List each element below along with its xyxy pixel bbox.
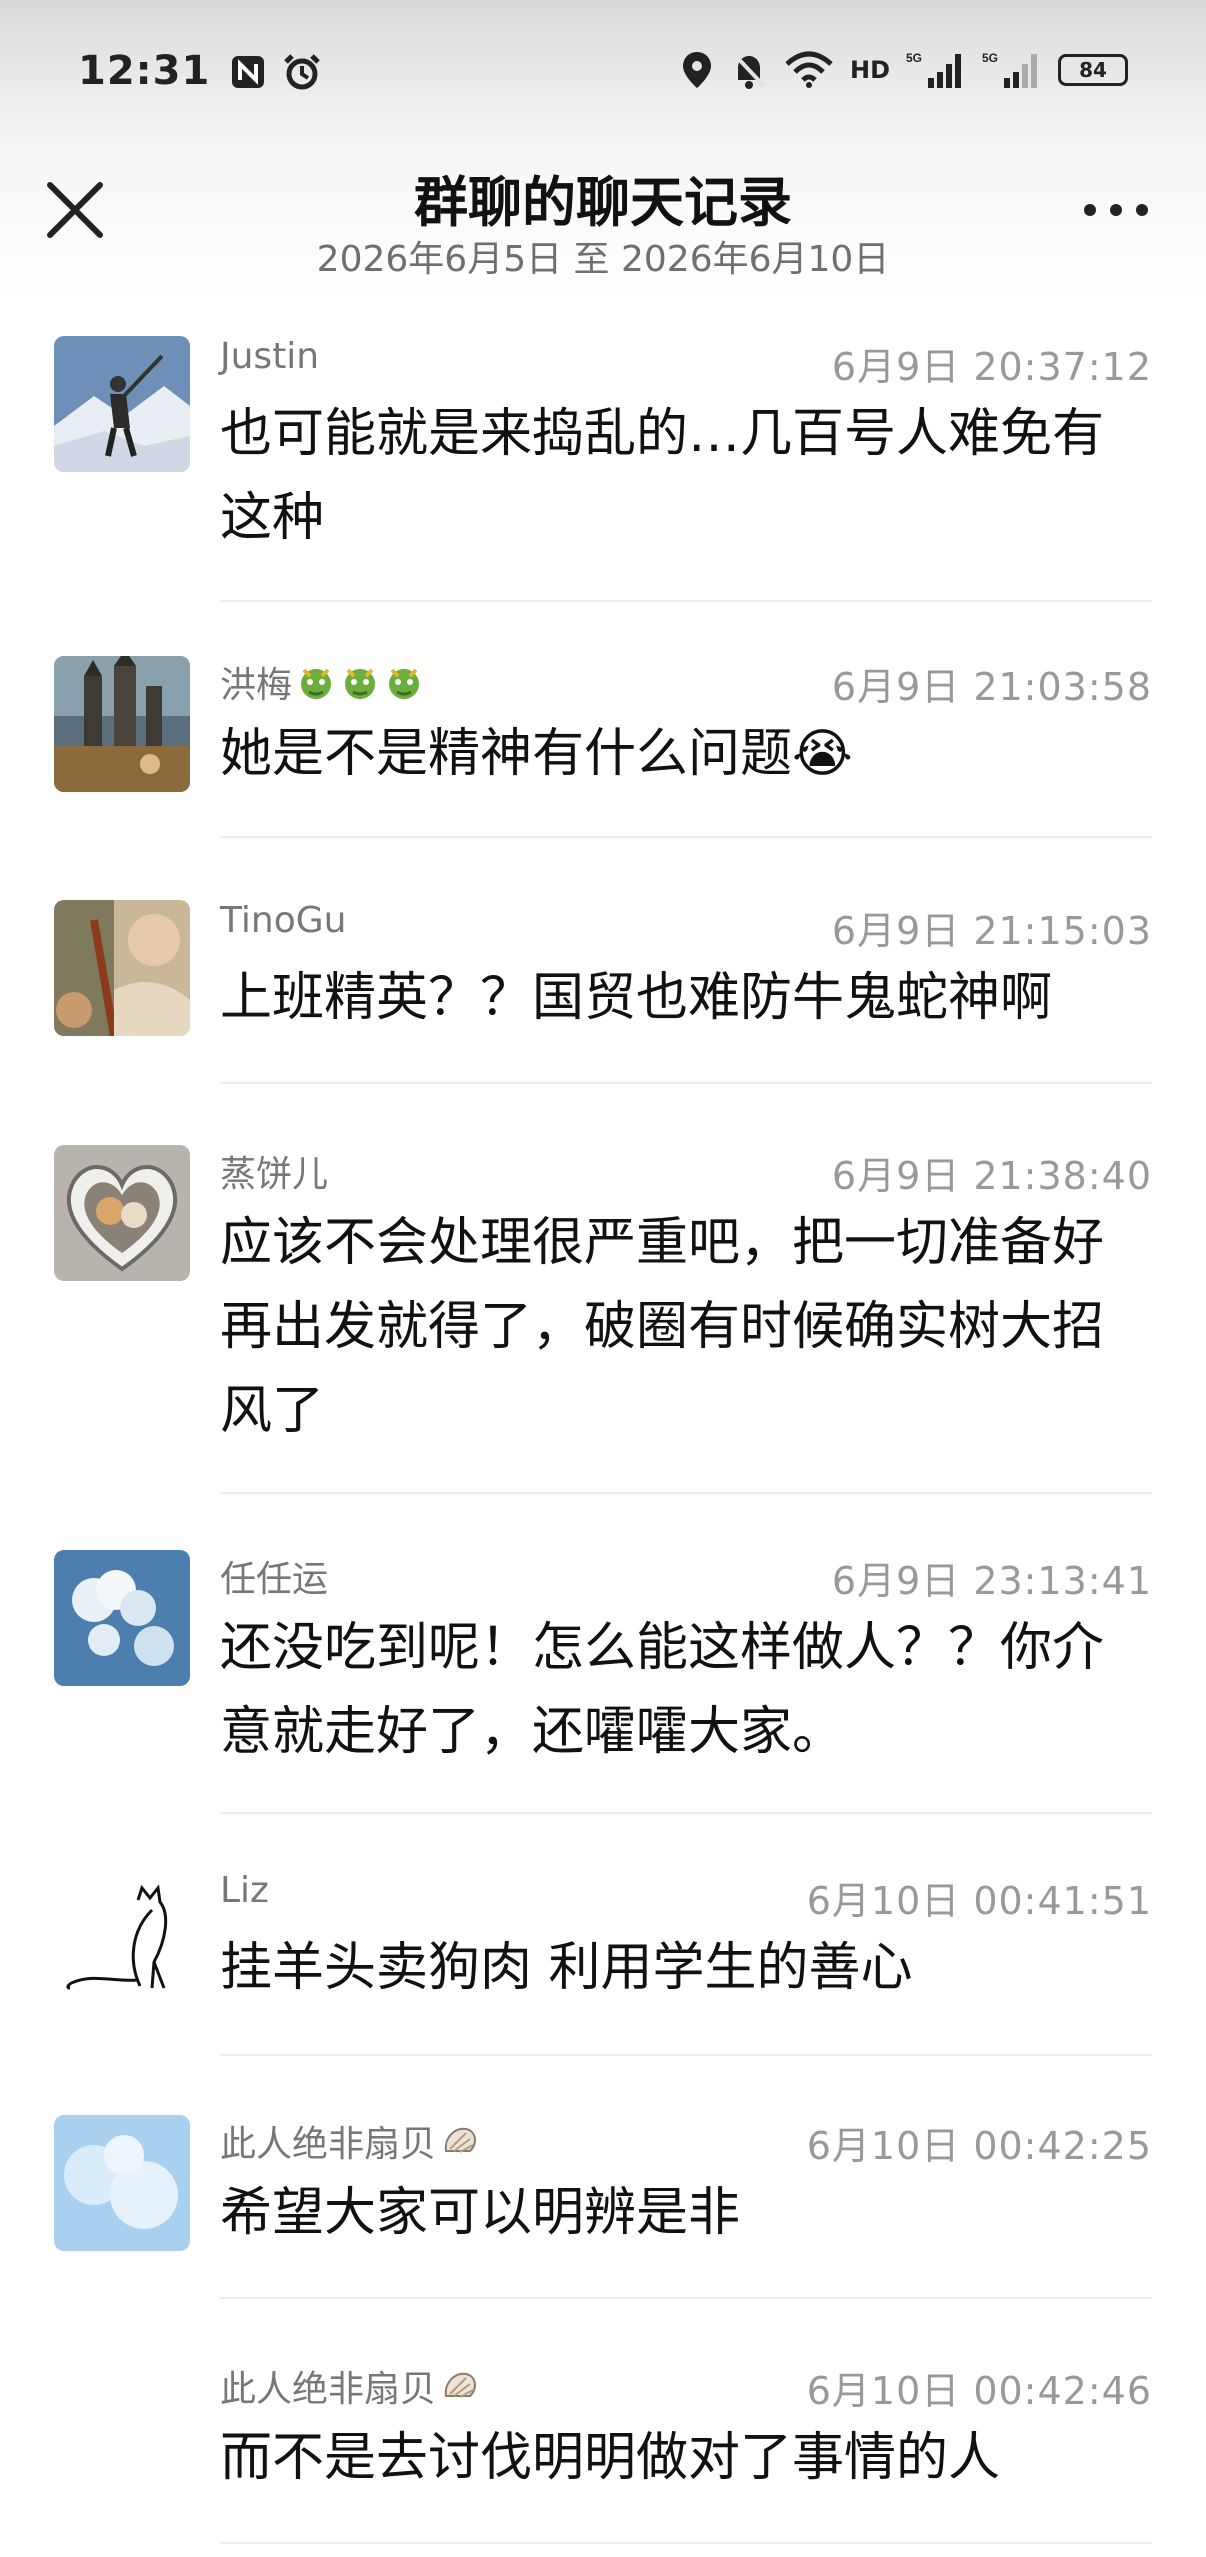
- divider: [220, 1082, 1152, 1084]
- status-time: 12:31: [78, 48, 211, 94]
- svg-text:5G: 5G: [982, 51, 998, 65]
- message-time: 6月10日 00:42:46: [806, 2369, 1152, 2413]
- divider: [220, 1812, 1152, 1814]
- status-right: HD 5G 5G 84: [680, 50, 1128, 90]
- sender-name: 蒸饼儿: [220, 1145, 328, 1197]
- message-time: 6月9日 20:37:12: [831, 345, 1152, 389]
- divider: [220, 600, 1152, 602]
- message-text: 上班精英？？国贸也难防牛鬼蛇神啊: [220, 968, 1053, 1028]
- shell-emoji-icon: [444, 2127, 476, 2153]
- status-bar: 12:31 HD 5G 5G 84: [0, 0, 1206, 150]
- signal-bars-icon: 5G: [906, 51, 961, 88]
- sender-name-text: 洪梅: [220, 665, 293, 706]
- cat-heart-frame-avatar: [54, 1145, 190, 1281]
- message-text: 挂羊头卖狗肉 利用学生的善心: [220, 1938, 913, 1998]
- sender-name-text: Justin: [220, 336, 320, 377]
- header: 群聊的聊天记录 2026年6月5日 至 2026年6月10日: [0, 150, 1206, 300]
- avatar[interactable]: [54, 900, 190, 1036]
- alarm-icon: [284, 54, 320, 90]
- dragon-emoji-icon: [301, 668, 332, 699]
- divider: [220, 2542, 1152, 2544]
- mountain-climber-avatar: [54, 336, 190, 472]
- sky-avatar: [54, 2115, 190, 2251]
- message-text: 希望大家可以明辨是非: [220, 2183, 741, 2243]
- avatar[interactable]: [54, 656, 190, 792]
- message-text: 她是不是精神有什么问题😭: [220, 724, 853, 784]
- sender-name: 此人绝非扇贝: [220, 2360, 480, 2412]
- sender-name-text: 蒸饼儿: [220, 1154, 329, 1195]
- message-time: 6月10日 00:42:25: [806, 2124, 1152, 2168]
- sender-name: 此人绝非扇贝: [220, 2115, 480, 2167]
- page-title: 群聊的聊天记录: [414, 171, 792, 234]
- sender-name-text: 此人绝非扇贝: [220, 2124, 437, 2165]
- dragon-emoji-icon: [389, 668, 420, 699]
- sender-name: 任任运: [220, 1550, 328, 1602]
- divider: [220, 1492, 1152, 1494]
- message-text: 也可能就是来捣乱的…几百号人难免有这种: [220, 404, 1105, 548]
- wifi-icon: [785, 51, 833, 88]
- location-icon: [682, 52, 711, 88]
- sender-name: TinoGu: [220, 900, 346, 941]
- message-text: 还没吃到呢！怎么能这样做人？？你介意就走好了，还嚯嚯大家。: [220, 1618, 1105, 1762]
- divider: [220, 836, 1152, 838]
- dragon-emoji-icon: [345, 668, 376, 699]
- avatar[interactable]: [54, 1870, 190, 2006]
- sender-name: Liz: [220, 1870, 269, 1911]
- message-text: 而不是去讨伐明明做对了事情的人: [220, 2428, 1001, 2488]
- date-range: 2026年6月5日 至 2026年6月10日: [316, 239, 890, 280]
- sender-name-text: 此人绝非扇贝: [220, 2369, 437, 2410]
- message-time: 6月10日 00:41:51: [806, 1879, 1152, 1923]
- nfc-icon: [232, 56, 264, 88]
- clouds-avatar: [54, 1550, 190, 1686]
- shell-emoji-icon: [444, 2372, 476, 2398]
- avatar[interactable]: [54, 2115, 190, 2251]
- sender-name: 洪梅: [220, 656, 424, 708]
- sender-name-text: Liz: [220, 1870, 269, 1911]
- sender-name-text: TinoGu: [220, 900, 347, 941]
- person-photo-avatar: [54, 900, 190, 1036]
- message-time: 6月9日 21:15:03: [831, 909, 1152, 953]
- cat-sketch-avatar: [54, 1870, 190, 2006]
- divider: [220, 2297, 1152, 2299]
- message-text: 应该不会处理很严重吧，把一切准备好再出发就得了，破圈有时候确实树大招风了: [220, 1213, 1105, 1441]
- battery-icon: 84: [1058, 54, 1128, 86]
- sender-name-text: 任任运: [220, 1559, 329, 1600]
- more-icon[interactable]: [1076, 195, 1156, 225]
- avatar[interactable]: [54, 1145, 190, 1281]
- status-left-icons: [228, 52, 322, 92]
- avatar[interactable]: [54, 1550, 190, 1686]
- message-time: 6月9日 21:03:58: [831, 665, 1152, 709]
- avatar[interactable]: [54, 336, 190, 472]
- svg-text:5G: 5G: [906, 51, 922, 65]
- message-time: 6月9日 23:13:41: [831, 1559, 1152, 1603]
- message-time: 6月9日 21:38:40: [831, 1154, 1152, 1198]
- signal-bars-icon-2: 5G: [982, 51, 1037, 88]
- sender-name: Justin: [220, 336, 319, 377]
- divider: [220, 2054, 1152, 2056]
- castle-avatar: [54, 656, 190, 792]
- mute-bell-icon: [732, 52, 766, 89]
- network-label-hd: HD: [849, 56, 890, 84]
